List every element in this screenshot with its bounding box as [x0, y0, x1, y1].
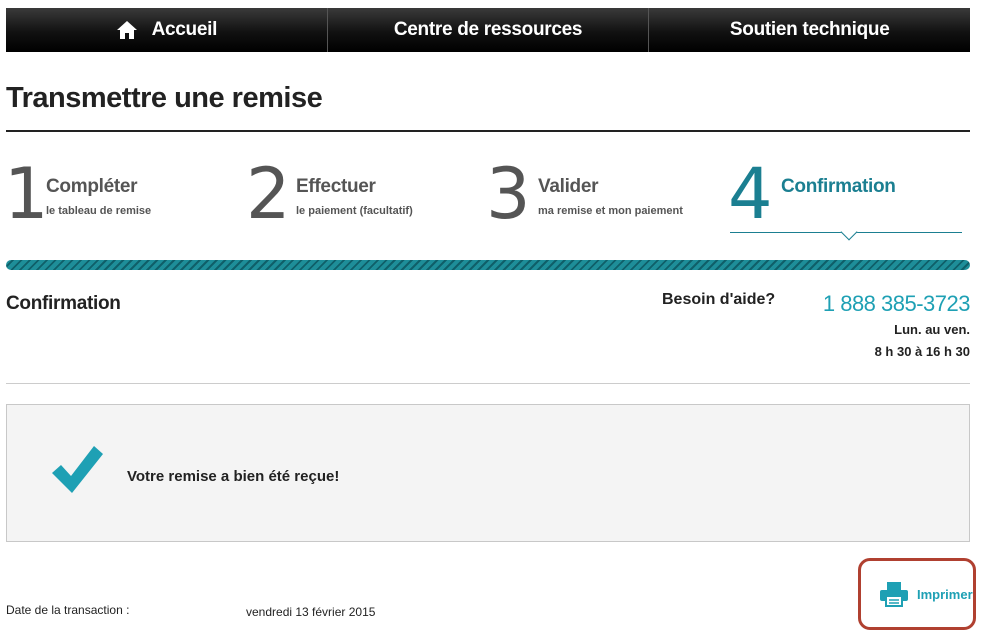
step-2-number: 2: [246, 153, 291, 235]
print-label: Imprimer: [917, 586, 973, 602]
help-hours: 8 h 30 à 16 h 30: [874, 344, 970, 359]
help-label: Besoin d'aide?: [662, 291, 776, 308]
nav-home-label: Accueil: [151, 19, 218, 40]
step-1-label: Compléter: [46, 176, 138, 197]
step-3-sub: ma remise et mon paiement: [538, 205, 683, 217]
checkmark-icon: [52, 446, 103, 493]
print-highlight-ring: Imprimer: [858, 558, 976, 630]
transaction-date-value: vendredi 13 février 2015: [246, 605, 376, 619]
step-4-number: 4: [728, 153, 773, 235]
home-icon: [116, 21, 137, 39]
nav-resources[interactable]: Centre de ressources: [327, 8, 650, 52]
print-button[interactable]: Imprimer: [879, 581, 973, 607]
step-2-label: Effectuer: [296, 176, 376, 197]
step-1-number: 1: [4, 153, 49, 235]
step-4-label: Confirmation: [781, 176, 896, 197]
step-2-sub: le paiement (facultatif): [296, 205, 413, 217]
page-title: Transmettre une remise: [6, 82, 323, 114]
confirmation-message: Votre remise a bien été reçue!: [127, 468, 340, 485]
top-navigation: Accueil Centre de ressources Soutien tec…: [6, 8, 971, 52]
step-1-sub: le tableau de remise: [46, 205, 152, 217]
progress-bar: [6, 260, 970, 270]
active-step-caret-icon: [840, 223, 858, 241]
nav-resources-label: Centre de ressources: [393, 19, 583, 40]
section-divider: [6, 383, 970, 384]
section-title: Confirmation: [6, 293, 121, 314]
step-3-number: 3: [486, 153, 531, 235]
printer-icon: [880, 582, 908, 607]
nav-home[interactable]: Accueil: [6, 8, 328, 52]
help-phone[interactable]: 1 888 385-3723: [823, 291, 971, 317]
nav-support[interactable]: Soutien technique: [649, 8, 971, 52]
help-days: Lun. au ven.: [894, 322, 970, 337]
nav-support-label: Soutien technique: [729, 19, 890, 40]
confirmation-panel: Votre remise a bien été reçue!: [6, 404, 970, 542]
title-divider: [6, 130, 970, 132]
step-3-label: Valider: [538, 176, 599, 197]
transaction-date-label: Date de la transaction :: [6, 603, 130, 617]
